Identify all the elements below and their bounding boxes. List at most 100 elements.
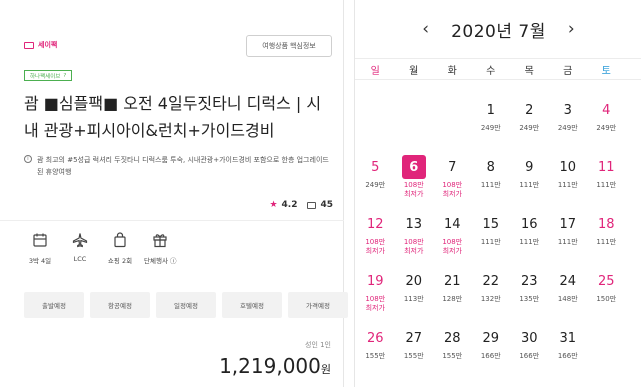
- calendar-day-cell[interactable]: 1 249만: [473, 98, 510, 155]
- day-number: 21: [443, 273, 461, 289]
- calendar-day-cell[interactable]: 3 249만: [550, 98, 587, 155]
- day-number: 7: [448, 159, 457, 175]
- calendar-day-cell[interactable]: 12 108만 최저가: [357, 212, 394, 269]
- calendar-day-cell[interactable]: 17 111만: [550, 212, 587, 269]
- calendar-week: 19 108만 최저가 20 113만 21 128만 22 132만 23 135만 24 148만 2…: [355, 269, 641, 326]
- day-number: 28: [443, 330, 461, 346]
- feature-label: 단체행사 ⓘ: [144, 257, 177, 265]
- tab-flight[interactable]: 항공예정: [90, 292, 150, 318]
- calendar-week: 12 108만 최저가 13 108만 최저가 14 108만 최저가 15 111만 16 111만 1…: [355, 212, 641, 269]
- lowest-price-tag: 최저가: [365, 304, 385, 312]
- prev-month-button[interactable]: ‹: [422, 19, 429, 39]
- day-price: 108만: [442, 181, 463, 189]
- calendar-day-cell[interactable]: 27 155만: [396, 326, 433, 383]
- weekday-fri: 금: [563, 65, 573, 77]
- day-price: 249만: [557, 124, 578, 132]
- calendar-grid: 1 249만 2 249만 3 249만 4 249만 5 249만 6 108만 최저가 7 108만 최저…: [355, 98, 641, 383]
- feature-label: 3박 4일: [28, 257, 52, 265]
- calendar-day-cell[interactable]: 30 166만: [511, 326, 548, 383]
- calendar-header: ‹ 2020년 7월 ›: [355, 14, 641, 44]
- feature-group-event[interactable]: 단체행사 ⓘ: [144, 232, 177, 265]
- calendar-week: 26 155만 27 155만 28 155만 29 166만 30 166만 31 166만: [355, 326, 641, 383]
- price-amount: 1,219,000원: [219, 354, 331, 378]
- calendar-day-cell[interactable]: 13 108만 최저가: [396, 212, 433, 269]
- day-number: 19: [366, 273, 384, 289]
- product-info-button[interactable]: 여행상품 핵심정보: [246, 35, 332, 57]
- tab-hotel[interactable]: 호텔예정: [222, 292, 282, 318]
- day-price: 111만: [519, 181, 540, 189]
- day-number: 2: [525, 102, 534, 118]
- day-number: 22: [482, 273, 500, 289]
- day-price: 150만: [596, 295, 617, 303]
- tab-departure[interactable]: 출발예정: [24, 292, 84, 318]
- rating-value: 4.2: [281, 200, 298, 210]
- airplane-icon: [72, 233, 88, 248]
- calendar-day-cell[interactable]: 28 155만: [434, 326, 471, 383]
- calendar-day-cell[interactable]: 16 111만: [511, 212, 548, 269]
- tag-label: 하나팩세이브: [30, 73, 61, 80]
- calendar-day-cell[interactable]: 18 111만: [588, 212, 625, 269]
- calendar-day-cell[interactable]: 8 111만: [473, 155, 510, 212]
- feature-duration: 3박 4일: [24, 232, 56, 265]
- calendar-day-cell[interactable]: 29 166만: [473, 326, 510, 383]
- next-month-button[interactable]: ›: [568, 19, 575, 39]
- day-number: 30: [520, 330, 538, 346]
- calendar-day-cell[interactable]: 4 249만: [588, 98, 625, 155]
- feature-label: LCC: [73, 255, 87, 263]
- feature-list: 3박 4일 LCC 쇼핑 2회 단체행사 ⓘ: [24, 232, 185, 265]
- tab-itinerary[interactable]: 일정예정: [156, 292, 216, 318]
- calendar-day-cell[interactable]: 10 111만: [550, 155, 587, 212]
- calendar-day-cell[interactable]: 25 150만: [588, 269, 625, 326]
- calendar-week: 5 249만 6 108만 최저가 7 108만 최저가 8 111만 9 111만 10 111만 11 1…: [355, 155, 641, 212]
- day-price: 249만: [365, 181, 386, 189]
- calendar-day-cell[interactable]: 21 128만: [434, 269, 471, 326]
- calendar-day-cell[interactable]: 5 249만: [357, 155, 394, 212]
- day-number: 24: [559, 273, 577, 289]
- weekday-sun: 일: [370, 65, 380, 77]
- calendar-day-cell[interactable]: 26 155만: [357, 326, 394, 383]
- tab-price[interactable]: 가격예정: [288, 292, 348, 318]
- calendar-day-cell[interactable]: 15 111만: [473, 212, 510, 269]
- calendar-day-cell[interactable]: 23 135만: [511, 269, 548, 326]
- day-price: 132만: [480, 295, 501, 303]
- calendar-day-cell[interactable]: 6 108만 최저가: [396, 155, 433, 212]
- price-unit: 원: [320, 363, 331, 376]
- calendar-day-cell[interactable]: 31 166만: [550, 326, 587, 383]
- tag-info-icon[interactable]: ?: [63, 73, 66, 79]
- description-text: 괌 최고의 #5성급 럭셔리 두짓타니 디럭스룸 투숙, 시내관광+가이드경비 …: [37, 156, 329, 176]
- calendar-day-cell[interactable]: 7 108만 최저가: [434, 155, 471, 212]
- product-description: i 괌 최고의 #5성급 럭셔리 두짓타니 디럭스룸 투숙, 시내관광+가이드경…: [24, 154, 334, 178]
- day-price: 148만: [557, 295, 578, 303]
- calendar-day-cell[interactable]: 19 108만 최저가: [357, 269, 394, 326]
- rating-summary[interactable]: ★ 4.2 45: [269, 200, 333, 210]
- info-icon: i: [24, 155, 32, 163]
- day-number: 27: [405, 330, 423, 346]
- day-price: 155만: [403, 352, 424, 360]
- day-price: 166만: [480, 352, 501, 360]
- day-number: 15: [482, 216, 500, 232]
- day-number: 31: [559, 330, 577, 346]
- day-number: 12: [366, 216, 384, 232]
- calendar-day-cell[interactable]: 11 111만: [588, 155, 625, 212]
- day-price: 108만: [403, 181, 424, 189]
- day-price: 108만: [365, 295, 386, 303]
- brand-icon: [24, 41, 34, 49]
- day-number: 10: [559, 159, 577, 175]
- day-number: 4: [602, 102, 611, 118]
- day-number: 3: [563, 102, 572, 118]
- day-number: 5: [371, 159, 380, 175]
- calendar-day-cell[interactable]: 24 148만: [550, 269, 587, 326]
- calendar-day-cell[interactable]: 20 113만: [396, 269, 433, 326]
- gift-icon: [153, 234, 167, 248]
- calendar-icon: [33, 233, 47, 247]
- calendar-day-cell[interactable]: 9 111만: [511, 155, 548, 212]
- calendar-day-cell[interactable]: 22 132만: [473, 269, 510, 326]
- day-price: 111만: [557, 238, 578, 246]
- departure-calendar: ‹ 2020년 7월 › 일 월 화 수 목 금 토 1 249만 2 249만 3 24…: [354, 0, 641, 387]
- lowest-price-tag: 최저가: [442, 190, 462, 198]
- day-price: 155만: [365, 352, 386, 360]
- lowest-price-tag: 최저가: [442, 247, 462, 255]
- calendar-day-cell[interactable]: 14 108만 최저가: [434, 212, 471, 269]
- calendar-day-cell[interactable]: 2 249만: [511, 98, 548, 155]
- review-icon: [307, 201, 317, 209]
